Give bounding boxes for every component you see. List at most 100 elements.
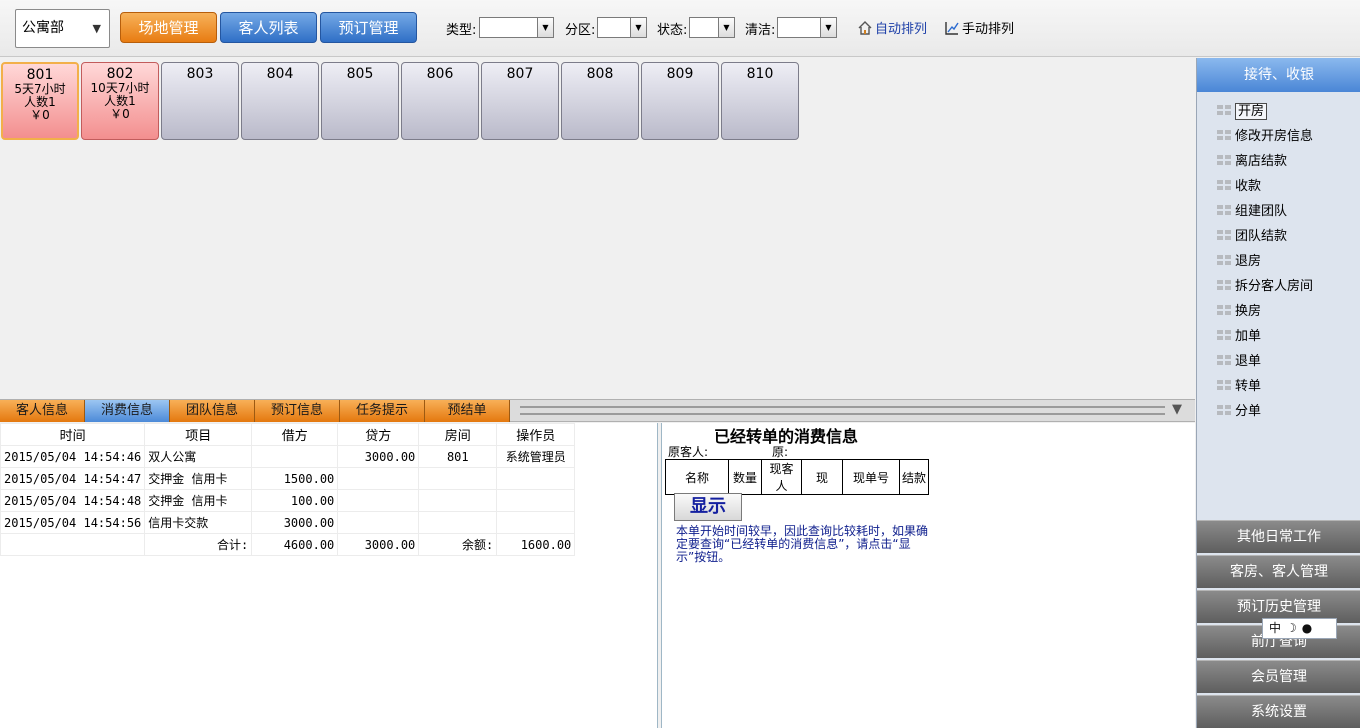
section-other-daily-work[interactable]: 其他日常工作 <box>1197 520 1360 553</box>
column-header: 现 <box>801 459 843 495</box>
reception-cashier-header[interactable]: 接待、收银 <box>1197 58 1360 92</box>
sidebar-item-team-payment[interactable]: 团队结款 <box>1217 227 1287 247</box>
dropdown-arrow-icon: ▼ <box>537 18 553 37</box>
auto-sort-label: 自动排列 <box>875 22 928 37</box>
room-amount: ￥0 <box>110 107 130 121</box>
room-number: 801 <box>26 67 54 83</box>
column-header: 操作员 <box>496 423 576 446</box>
room-tile-805[interactable]: 805 <box>321 62 399 140</box>
grid-icon <box>1217 255 1231 265</box>
reservation-management-button[interactable]: 预订管理 <box>320 12 417 43</box>
column-header: 现客人 <box>761 459 802 495</box>
manual-sort-button[interactable]: 手动排列 <box>944 18 1014 37</box>
sidebar-item-split-order[interactable]: 分单 <box>1217 402 1261 422</box>
type-filter-label: 类型: <box>446 23 477 38</box>
column-header: 房间 <box>418 423 498 446</box>
table-row[interactable]: 2015/05/04 14:54:47 交押金 信用卡 1500.00 <box>0 467 576 490</box>
clean-filter-label: 清洁: <box>745 23 776 38</box>
table-row[interactable]: 2015/05/04 14:54:48 交押金 信用卡 100.00 <box>0 489 576 512</box>
tab-team-info[interactable]: 团队信息 <box>170 400 255 422</box>
panel-splitter[interactable] <box>520 406 1165 415</box>
ime-mode[interactable]: 中 <box>1269 621 1281 635</box>
room-tile-803[interactable]: 803 <box>161 62 239 140</box>
auto-sort-button[interactable]: 自动排列 <box>857 18 927 37</box>
cell-credit <box>337 511 420 534</box>
sidebar-item-label: 退房 <box>1235 254 1262 269</box>
sidebar-item-modify-open-info[interactable]: 修改开房信息 <box>1217 127 1313 147</box>
room-amount: ￥0 <box>30 108 50 122</box>
grid-icon <box>1217 330 1231 340</box>
sidebar-item-split-guest-room[interactable]: 拆分客人房间 <box>1217 277 1313 297</box>
sidebar-item-transfer-order[interactable]: 转单 <box>1217 377 1261 397</box>
room-tile-807[interactable]: 807 <box>481 62 559 140</box>
cell-time: 2015/05/04 14:54:56 <box>0 511 146 534</box>
section-room-guest-management[interactable]: 客房、客人管理 <box>1197 555 1360 588</box>
room-tile-806[interactable]: 806 <box>401 62 479 140</box>
grid-icon <box>1217 155 1231 165</box>
info-tabbar: 客人信息 消费信息 团队信息 预订信息 任务提示 预结单 ▼ <box>0 399 1195 422</box>
cell-debit: 100.00 <box>251 489 339 512</box>
guest-list-button[interactable]: 客人列表 <box>220 12 317 43</box>
department-select[interactable]: 公寓部 ▼ <box>15 9 110 48</box>
room-tile-802[interactable]: 802 10天7小时 人数1 ￥0 <box>81 62 159 140</box>
home-icon <box>858 21 872 35</box>
tab-pre-checkout[interactable]: 预结单 <box>425 400 510 422</box>
grid-icon <box>1217 305 1231 315</box>
tab-reservation-info[interactable]: 预订信息 <box>255 400 340 422</box>
table-row[interactable]: 2015/05/04 14:54:46 双人公寓 3000.00 801 系统管… <box>0 445 576 468</box>
venue-management-button[interactable]: 场地管理 <box>120 12 217 43</box>
room-tile-809[interactable]: 809 <box>641 62 719 140</box>
cell-item: 交押金 信用卡 <box>144 489 253 512</box>
grid-icon <box>1217 280 1231 290</box>
show-button[interactable]: 显示 <box>674 493 742 521</box>
sidebar-item-build-team[interactable]: 组建团队 <box>1217 202 1287 222</box>
room-tile-810[interactable]: 810 <box>721 62 799 140</box>
column-header: 时间 <box>0 423 146 446</box>
room-tile-801[interactable]: 801 5天7小时 人数1 ￥0 <box>1 62 79 140</box>
room-tile-808[interactable]: 808 <box>561 62 639 140</box>
sidebar-item-checkout-payment[interactable]: 离店结款 <box>1217 152 1287 172</box>
user-icon[interactable]: ● <box>1302 621 1312 635</box>
tab-consumption-info[interactable]: 消费信息 <box>85 400 170 422</box>
ime-toolbar[interactable]: 中 ☽ ● <box>1262 618 1337 639</box>
sidebar-item-check-out[interactable]: 退房 <box>1217 252 1261 272</box>
sidebar-item-open-room[interactable]: 开房 <box>1217 102 1268 122</box>
column-header: 贷方 <box>337 423 420 446</box>
zone-filter-select[interactable]: ▼ <box>597 17 647 38</box>
grid-icon <box>1217 105 1231 115</box>
column-header: 数量 <box>728 459 762 495</box>
sidebar-item-cancel-order[interactable]: 退单 <box>1217 352 1261 372</box>
moon-icon[interactable]: ☽ <box>1286 621 1297 635</box>
tab-task-reminder[interactable]: 任务提示 <box>340 400 425 422</box>
collapse-icon[interactable]: ▼ <box>1172 402 1182 417</box>
sidebar-item-collect[interactable]: 收款 <box>1217 177 1261 197</box>
status-filter-label: 状态: <box>657 23 688 38</box>
section-system-settings[interactable]: 系统设置 <box>1197 695 1360 728</box>
cell-room: 801 <box>418 445 498 468</box>
table-row[interactable]: 2015/05/04 14:54:56 信用卡交款 3000.00 <box>0 511 576 534</box>
clean-filter-select[interactable]: ▼ <box>777 17 837 38</box>
cell-item: 双人公寓 <box>144 445 253 468</box>
sidebar-item-label: 修改开房信息 <box>1235 129 1314 144</box>
cell-operator: 系统管理员 <box>496 445 576 468</box>
zone-filter-label: 分区: <box>565 23 596 38</box>
sidebar-item-label: 组建团队 <box>1235 204 1288 219</box>
tab-guest-info[interactable]: 客人信息 <box>0 400 85 422</box>
cell-room <box>418 467 498 490</box>
grid-icon <box>1217 380 1231 390</box>
consumption-table: 时间 项目 借方 贷方 房间 操作员 2015/05/04 14:54:46 双… <box>0 423 576 556</box>
hotel-app-window: 公寓部 ▼ 场地管理 客人列表 预订管理 类型: ▼ 分区: ▼ 状态: ▼ 清… <box>0 0 1360 728</box>
room-tile-804[interactable]: 804 <box>241 62 319 140</box>
section-member-management[interactable]: 会员管理 <box>1197 660 1360 693</box>
room-number: 808 <box>586 66 614 82</box>
sidebar-item-change-room[interactable]: 换房 <box>1217 302 1261 322</box>
dropdown-arrow-icon: ▼ <box>820 18 836 37</box>
sidebar-item-add-order[interactable]: 加单 <box>1217 327 1261 347</box>
department-value: 公寓部 <box>22 20 64 36</box>
grid-icon <box>1217 355 1231 365</box>
status-filter-select[interactable]: ▼ <box>689 17 735 38</box>
type-filter-select[interactable]: ▼ <box>479 17 554 38</box>
original-guest-label: 原客人: <box>668 445 709 459</box>
grid-icon <box>1217 230 1231 240</box>
total-label: 合计: <box>144 533 253 556</box>
